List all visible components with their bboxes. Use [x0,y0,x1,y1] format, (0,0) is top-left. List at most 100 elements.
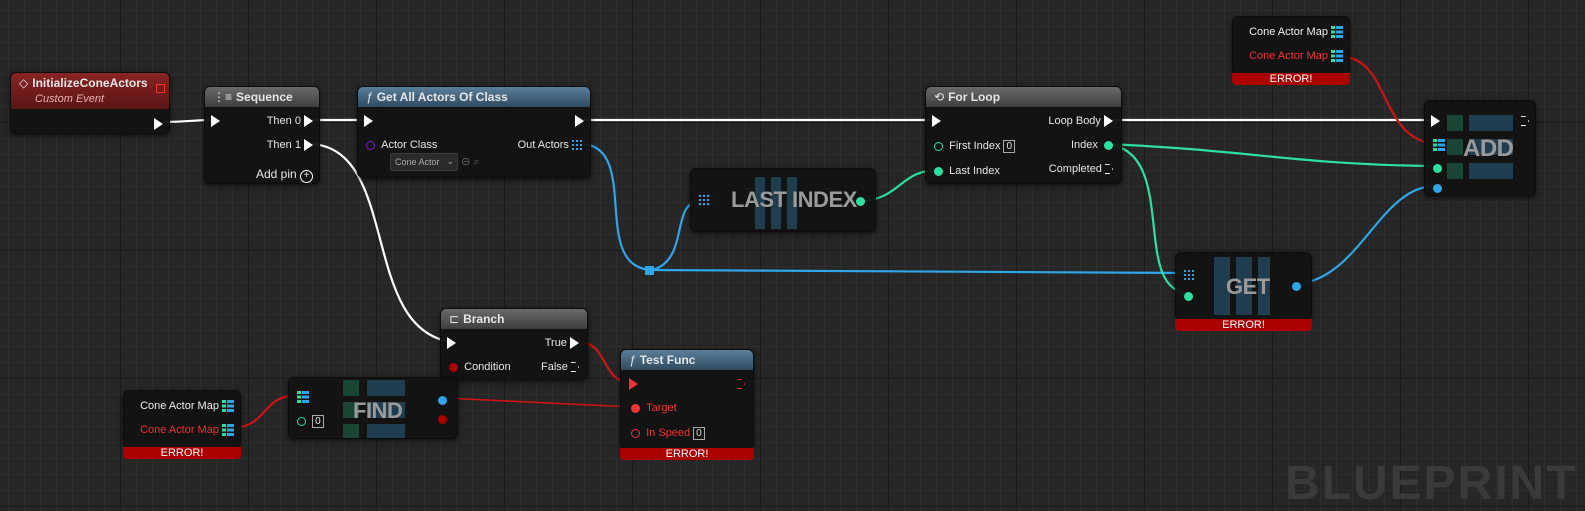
first-index-input[interactable]: 0 [1003,139,1016,153]
class-pin-icon [366,140,375,150]
false-label: False [541,361,568,373]
add-exec-out[interactable] [1521,114,1529,128]
event-exec-out[interactable] [154,117,163,131]
test-func-node[interactable]: ƒ Test Func Target In Speed 0 ERROR! [620,349,754,460]
in-speed-pin[interactable]: In Speed 0 [631,426,705,440]
add-exec-in[interactable] [1431,114,1440,128]
branch-header: ⊏ Branch [441,309,587,329]
cone-actor-map-top-node[interactable]: Cone Actor Map Cone Actor Map ERROR! [1232,16,1350,85]
test-func-exec-out[interactable] [737,377,745,391]
target-pin[interactable]: Target [631,401,677,415]
cone-map-top-pin[interactable]: Cone Actor Map [1249,25,1343,39]
int-pin-icon [934,166,943,176]
actor-class-dropdown[interactable]: Cone Actor ⌄ ⊝ ⌕ [390,153,480,171]
find-key-pin[interactable]: 0 [297,414,324,428]
map-pin-icon [1331,26,1343,39]
int-pin-icon [856,196,865,206]
exec-out-icon [571,362,579,373]
actor-class-value: Cone Actor [395,157,440,167]
cone-map-bottom-error-pin[interactable]: Cone Actor Map [140,423,234,437]
loop-body-pin[interactable]: Loop Body [1048,114,1113,128]
last-index-array-pin[interactable] [699,193,709,207]
int-pin-icon [631,428,640,438]
sequence-then1-pin[interactable]: Then 1 [267,138,313,152]
get-all-exec-in[interactable] [364,114,373,128]
branch-node[interactable]: ⊏ Branch Condition True False [440,308,588,380]
cone-map-bottom-error-label: Cone Actor Map [140,424,219,436]
for-loop-exec-in[interactable] [932,114,941,128]
first-index-label: First Index [949,140,1001,152]
last-index-out-pin[interactable] [856,194,865,208]
find-key-input[interactable]: 0 [312,414,324,428]
get-array-pin[interactable] [1184,268,1194,282]
wire-find-test [443,397,633,408]
cone-map-bottom-pin[interactable]: Cone Actor Map [140,399,234,413]
sequence-header: ⋮≡ Sequence [205,87,319,107]
get-index-pin[interactable] [1184,289,1193,303]
map-bg-icon [1447,115,1463,181]
for-loop-node[interactable]: ⟲ For Loop First Index 0 Last Index Loop B… [925,86,1122,184]
wire-get-add [1295,184,1437,286]
wire-outactors [583,142,653,272]
map-pin-icon [1433,139,1445,152]
branch-exec-in[interactable] [447,336,456,350]
add-pin-button[interactable]: Add pin + [256,167,313,183]
last-index-label: Last Index [949,165,1000,177]
index-pin[interactable]: Index [1071,138,1113,152]
false-pin[interactable]: False [541,360,579,374]
completed-label: Completed [1048,163,1102,175]
first-index-pin[interactable]: First Index 0 [934,139,1016,153]
exec-out-icon [575,115,584,128]
sequence-then0-pin[interactable]: Then 0 [267,114,313,128]
array-pin-icon [1184,270,1194,281]
out-actors-pin[interactable]: Out Actors [518,138,582,152]
last-index-node[interactable]: LAST INDEX [690,168,876,232]
object-pin-icon [1433,183,1442,193]
add-node[interactable]: ADD [1424,100,1536,196]
exec-out-icon [304,139,313,152]
function-icon: ƒ [366,90,373,104]
last-index-pin[interactable]: Last Index [934,164,1000,178]
actor-class-pin[interactable]: Actor Class [366,138,437,152]
initialize-cone-actors-node[interactable]: ◇ InitializeConeActors Custom Event [10,72,170,134]
completed-pin[interactable]: Completed [1049,162,1113,176]
add-key-pin[interactable] [1433,161,1442,175]
test-func-header: ƒ Test Func [621,350,753,370]
test-func-exec-in[interactable] [629,377,638,391]
find-bool-pin[interactable] [438,412,447,426]
browse-search-icon[interactable]: ⌕ [473,156,479,168]
last-index-title: LAST INDEX [731,187,857,212]
delegate-pin-icon[interactable] [156,84,165,93]
function-icon: ƒ [629,353,636,367]
add-value-pin[interactable] [1433,181,1442,195]
object-pin-icon [1292,281,1301,291]
event-title: InitializeConeActors [32,76,148,90]
get-out-pin[interactable] [1292,279,1301,293]
add-map-pin[interactable] [1433,138,1445,152]
cone-actor-map-bottom-node[interactable]: Cone Actor Map Cone Actor Map ERROR! [123,390,241,459]
exec-out-icon [1105,164,1113,175]
get-all-actors-node[interactable]: ƒ Get All Actors Of Class Actor Class Con… [357,86,591,178]
use-selected-icon[interactable]: ⊝ [461,156,470,168]
find-map-pin[interactable] [297,390,309,404]
get-node[interactable]: GET ERROR! [1175,252,1312,331]
sequence-exec-in[interactable] [211,114,220,128]
condition-label: Condition [464,361,511,373]
cone-map-top-error-pin[interactable]: Cone Actor Map [1249,49,1343,63]
find-node[interactable]: FIND 0 [288,377,458,439]
in-speed-input[interactable]: 0 [693,426,705,440]
then0-label: Then 0 [266,115,301,127]
bool-pin-icon [438,414,447,424]
find-value-pin[interactable] [438,393,447,407]
int-pin-icon [1104,140,1113,150]
out-actors-label: Out Actors [517,139,569,151]
sequence-node[interactable]: ⋮≡ Sequence Then 0 Then 1 Add pin + [204,86,320,184]
in-speed-label: In Speed [646,427,691,439]
true-pin[interactable]: True [545,336,579,350]
exec-out-icon [1521,116,1529,127]
condition-pin[interactable]: Condition [449,360,511,374]
get-all-exec-out[interactable] [575,114,584,128]
plus-circle-icon: + [300,170,313,183]
sequence-title: Sequence [236,90,293,104]
loop-icon: ⟲ [934,90,945,104]
